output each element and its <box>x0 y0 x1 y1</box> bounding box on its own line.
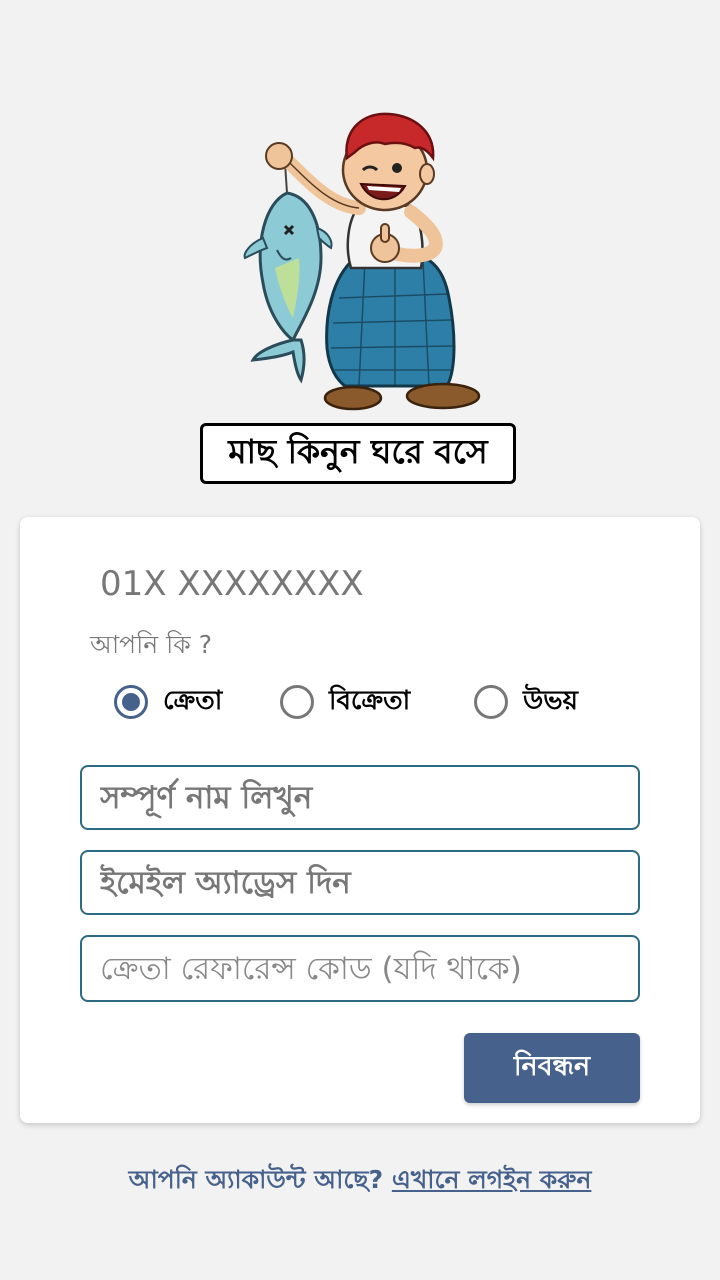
login-prompt: আপনি অ্যাকাউন্ট আছে? এখানে লগইন করুন <box>0 1160 720 1203</box>
login-prompt-text: আপনি অ্যাকাউন্ট আছে? <box>128 1165 384 1194</box>
full-name-input[interactable] <box>80 765 640 830</box>
role-option-both[interactable]: উভয় <box>474 680 578 724</box>
radio-checked-icon[interactable] <box>114 685 148 719</box>
fisherman-mascot-icon <box>243 112 481 411</box>
login-link[interactable]: এখানে লগইন করুন <box>392 1165 592 1194</box>
role-option-label: উভয় <box>523 686 578 716</box>
role-option-seller[interactable]: বিক্রেতা <box>280 680 410 724</box>
email-input[interactable] <box>80 850 640 915</box>
role-option-buyer[interactable]: ক্রেতা <box>114 680 222 724</box>
role-option-label: ক্রেতা <box>163 686 223 716</box>
app-tagline: মাছ কিনুন ঘরে বসে <box>200 423 516 484</box>
role-radio-group: ক্রেতা বিক্রেতা উভয় <box>0 680 720 724</box>
radio-unchecked-icon[interactable] <box>474 685 508 719</box>
register-button[interactable]: নিবন্ধন <box>464 1033 640 1103</box>
radio-unchecked-icon[interactable] <box>280 685 314 719</box>
role-option-label: বিক্রেতা <box>329 686 411 716</box>
phone-number-input[interactable] <box>100 562 620 606</box>
role-question-label: আপনি কি ? <box>90 630 213 659</box>
referral-code-input[interactable] <box>80 935 640 1002</box>
